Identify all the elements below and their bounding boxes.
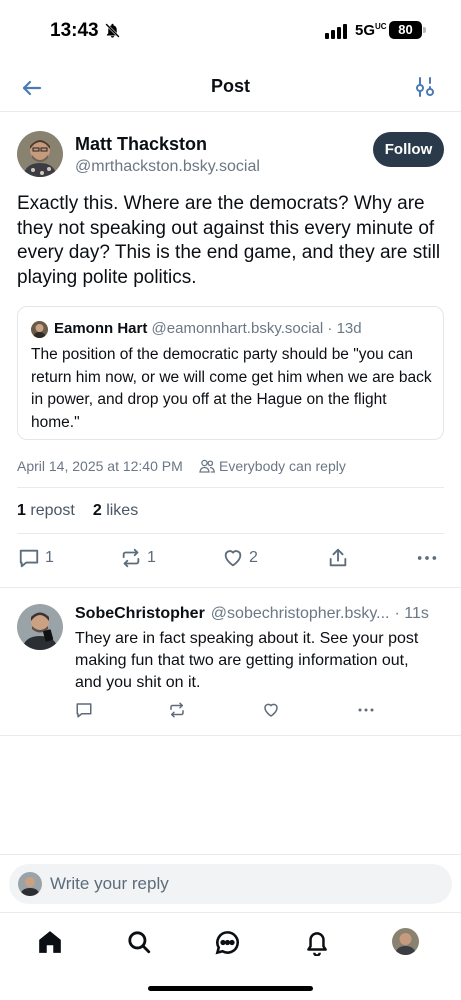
quoted-post[interactable]: Eamonn Hart @eamonnhart.bsky.social · 13… (17, 306, 444, 440)
post-action-bar: 1 1 2 (0, 547, 461, 573)
more-dots-icon (417, 556, 437, 560)
quote-meta: Eamonn Hart @eamonnhart.bsky.social · 13… (54, 320, 362, 337)
status-time: 13:43 (50, 20, 99, 41)
battery-indicator: 80 (389, 21, 422, 39)
reply-text: They are in fact speaking about it. See … (75, 630, 419, 691)
like-button[interactable]: 2 (222, 547, 258, 569)
reply-count: 1 (45, 549, 54, 566)
quote-age: · 13d (327, 320, 362, 337)
quote-author-avatar (31, 321, 48, 338)
author-avatar[interactable] (17, 131, 63, 177)
reply-author-avatar[interactable] (17, 604, 63, 650)
reply-bubble-icon[interactable] (75, 701, 93, 719)
quote-author-handle: @eamonnhart.bsky.social (151, 320, 324, 337)
bell-icon[interactable] (304, 928, 330, 956)
sliders-icon[interactable] (413, 75, 437, 99)
reply-meta: SobeChristopher @sobechristopher.bsky...… (75, 605, 445, 623)
nav-header: Post (0, 62, 461, 112)
reply-button[interactable]: 1 (18, 547, 54, 569)
post-timestamp: April 14, 2025 at 12:40 PM (17, 458, 183, 474)
reply-composer[interactable]: Write your reply (9, 864, 452, 904)
repost-button[interactable]: 1 (120, 547, 156, 569)
home-indicator (148, 986, 313, 991)
post-text: Exactly this. Where are the democrats? W… (17, 193, 441, 288)
my-avatar (18, 872, 42, 896)
more-dots-icon[interactable] (357, 701, 375, 719)
post-stats: 1 repost 2 likes (17, 502, 138, 520)
network-type: 5GUC (355, 22, 387, 39)
author-name[interactable]: Matt Thackston (75, 134, 207, 155)
follow-button[interactable]: Follow (373, 132, 444, 167)
quote-text: The position of the democratic party sho… (31, 346, 432, 431)
author-handle[interactable]: @mrthackston.bsky.social (75, 158, 260, 176)
reposts-stat[interactable]: 1 repost (17, 502, 75, 520)
more-options-button[interactable] (416, 547, 438, 569)
divider (17, 533, 444, 534)
reply-input-placeholder: Write your reply (50, 874, 169, 893)
chat-icon[interactable] (214, 929, 241, 956)
reply-age: · 11s (394, 605, 429, 622)
reply-author-handle[interactable]: @sobechristopher.bsky... (211, 605, 390, 623)
search-icon[interactable] (126, 929, 152, 955)
status-bar: 13:43 5GUC 80 (0, 0, 461, 62)
repost-icon[interactable] (168, 701, 186, 719)
page-title: Post (210, 76, 250, 96)
repost-icon (122, 548, 140, 568)
reply-author-name[interactable]: SobeChristopher (75, 605, 205, 623)
bottom-tab-bar (0, 925, 461, 965)
like-count: 2 (249, 549, 258, 566)
share-icon (329, 548, 347, 567)
divider (0, 587, 461, 588)
battery-cap (423, 27, 426, 33)
reply-setting[interactable]: Everybody can reply (199, 458, 346, 474)
reply-action-bar (0, 701, 461, 721)
likes-stat[interactable]: 2 likes (93, 502, 138, 520)
quote-author-name: Eamonn Hart (54, 320, 148, 337)
divider (17, 487, 444, 488)
cellular-signal-icon (325, 24, 347, 39)
divider (0, 735, 461, 736)
divider (0, 912, 461, 913)
reply-bubble-icon (19, 549, 39, 568)
heart-icon[interactable] (262, 701, 280, 719)
bell-off-icon (105, 23, 120, 38)
profile-avatar[interactable] (392, 928, 419, 955)
heart-icon (224, 550, 242, 567)
divider (0, 854, 461, 855)
home-icon[interactable] (37, 929, 63, 955)
share-button[interactable] (327, 547, 349, 569)
people-icon (199, 459, 215, 473)
reply-setting-label: Everybody can reply (219, 458, 346, 474)
repost-count: 1 (147, 549, 156, 566)
